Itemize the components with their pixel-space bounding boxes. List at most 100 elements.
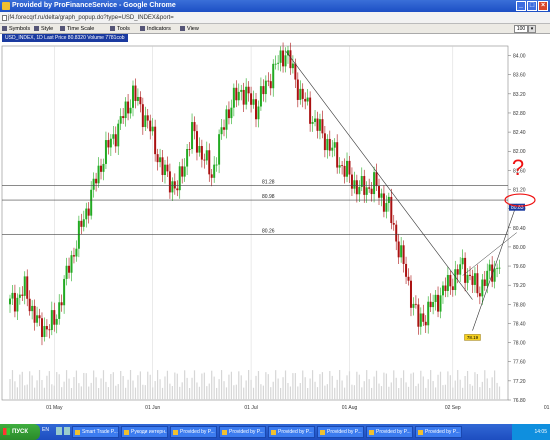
volume-bar: [277, 378, 279, 400]
candle-body: [301, 88, 304, 99]
clock: 14:05: [534, 429, 547, 435]
y-tick-label: 83.20: [513, 92, 526, 98]
y-tick-label: 83.60: [513, 73, 526, 79]
volume-bar: [437, 374, 439, 400]
taskbar-task[interactable]: Provided by P...: [170, 426, 217, 438]
candle-body: [195, 131, 198, 153]
app-icon: [271, 430, 276, 435]
toolbar-symbols[interactable]: Symbols: [2, 24, 30, 34]
volume-bar: [235, 384, 237, 400]
candle-body: [336, 142, 339, 168]
volume-bar: [373, 376, 375, 400]
candle-body: [299, 88, 302, 100]
quick-launch-icon[interactable]: [64, 427, 70, 435]
candle-body: [311, 122, 314, 124]
chevron-down-icon[interactable]: ▾: [528, 25, 536, 33]
volume-bar: [186, 377, 188, 400]
quick-launch-icon[interactable]: [56, 427, 62, 435]
language-indicator[interactable]: EN: [42, 427, 49, 433]
candle-body: [9, 298, 11, 305]
volume-bar: [398, 387, 400, 400]
volume-bar: [444, 384, 447, 400]
candle-body: [370, 188, 373, 195]
toolbar-style[interactable]: Style: [34, 24, 53, 34]
address-bar[interactable]: jf4.forecqrf.ru/delta/graph_popup.do?typ…: [0, 12, 550, 24]
volume-bar: [16, 387, 18, 400]
candle-body: [205, 150, 208, 161]
candle-body: [346, 160, 349, 177]
candle-body: [358, 186, 361, 195]
taskbar-task[interactable]: Smart Trade P...: [72, 426, 119, 438]
volume-bar: [326, 384, 328, 400]
candle-body: [75, 248, 78, 257]
volume-bar: [385, 373, 387, 400]
taskbar-task[interactable]: Provided by P...: [415, 426, 462, 438]
volume-bar: [152, 387, 154, 400]
volume-bar: [110, 374, 112, 400]
volume-bar: [159, 379, 161, 400]
maximize-button[interactable]: □: [527, 1, 537, 11]
price-chart[interactable]: 01 May01 Jun01 Jul01 Aug02 Sep01 Oct01 N…: [0, 42, 550, 417]
app-icon: [418, 430, 423, 435]
candle-body: [218, 134, 221, 165]
taskbar-task[interactable]: Provided by P...: [219, 426, 266, 438]
volume-bar: [442, 385, 444, 400]
volume-bar: [336, 379, 338, 400]
volume-bar: [464, 375, 466, 400]
x-tick-label: 01 May: [46, 405, 63, 411]
volume-bar: [393, 370, 395, 400]
start-button[interactable]: ПУСК: [0, 424, 40, 440]
toolbar-view[interactable]: View: [180, 24, 199, 34]
zoom-input[interactable]: 100: [514, 25, 528, 33]
volume-bar: [78, 383, 80, 400]
candle-body: [45, 326, 48, 330]
taskbar-task[interactable]: Provided by P...: [366, 426, 413, 438]
y-tick-label: 82.40: [513, 130, 526, 136]
volume-bar: [243, 387, 245, 400]
candle-body: [392, 223, 395, 225]
volume-bar: [348, 371, 351, 400]
candle-body: [382, 193, 385, 212]
candle-body: [476, 273, 479, 294]
candle-body: [63, 278, 66, 306]
candle-body: [188, 149, 191, 150]
close-button[interactable]: ×: [538, 1, 548, 11]
taskbar-task[interactable]: Provided by P...: [268, 426, 315, 438]
volume-bar: [107, 387, 109, 400]
candle-body: [154, 126, 157, 155]
volume-bar: [125, 387, 127, 400]
candle-body: [80, 220, 83, 227]
taskbar-task[interactable]: Provided by P...: [317, 426, 364, 438]
candle-body: [132, 85, 134, 108]
candle-body: [28, 298, 31, 312]
candle-body: [72, 255, 75, 257]
candle-body: [141, 104, 144, 128]
address-url[interactable]: jf4.forecqrf.ru/delta/graph_popup.do?typ…: [8, 15, 174, 21]
candle-body: [240, 89, 243, 92]
volume-bar: [422, 376, 424, 400]
taskbar-task[interactable]: Рукоди интерн...: [121, 426, 168, 438]
volume-bar: [100, 378, 102, 400]
volume-bar: [206, 386, 208, 400]
toolbar-indicators[interactable]: Indicators: [140, 24, 171, 34]
candle-body: [483, 279, 486, 286]
toolbar-tools[interactable]: Tools: [110, 24, 130, 34]
candle-body: [409, 280, 412, 308]
candle-body: [235, 87, 238, 101]
volume-bar: [122, 376, 124, 400]
volume-bar: [390, 382, 392, 400]
candle-body: [473, 273, 476, 285]
volume-bar: [174, 372, 176, 400]
volume-bar: [466, 370, 469, 400]
indicators-icon: [140, 26, 145, 32]
candle-body: [306, 97, 309, 102]
minimize-button[interactable]: _: [516, 1, 526, 11]
taskbar-task-label: Provided by P...: [180, 429, 215, 435]
candle-body: [417, 304, 420, 327]
volume-bar: [341, 380, 343, 400]
chart-svg[interactable]: 01 May01 Jun01 Jul01 Aug02 Sep01 Oct01 N…: [0, 42, 550, 417]
volume-bar: [307, 387, 309, 400]
toolbar-time-scale[interactable]: Time Scale: [60, 24, 94, 34]
volume-bar: [181, 382, 183, 400]
candle-body: [208, 150, 211, 175]
